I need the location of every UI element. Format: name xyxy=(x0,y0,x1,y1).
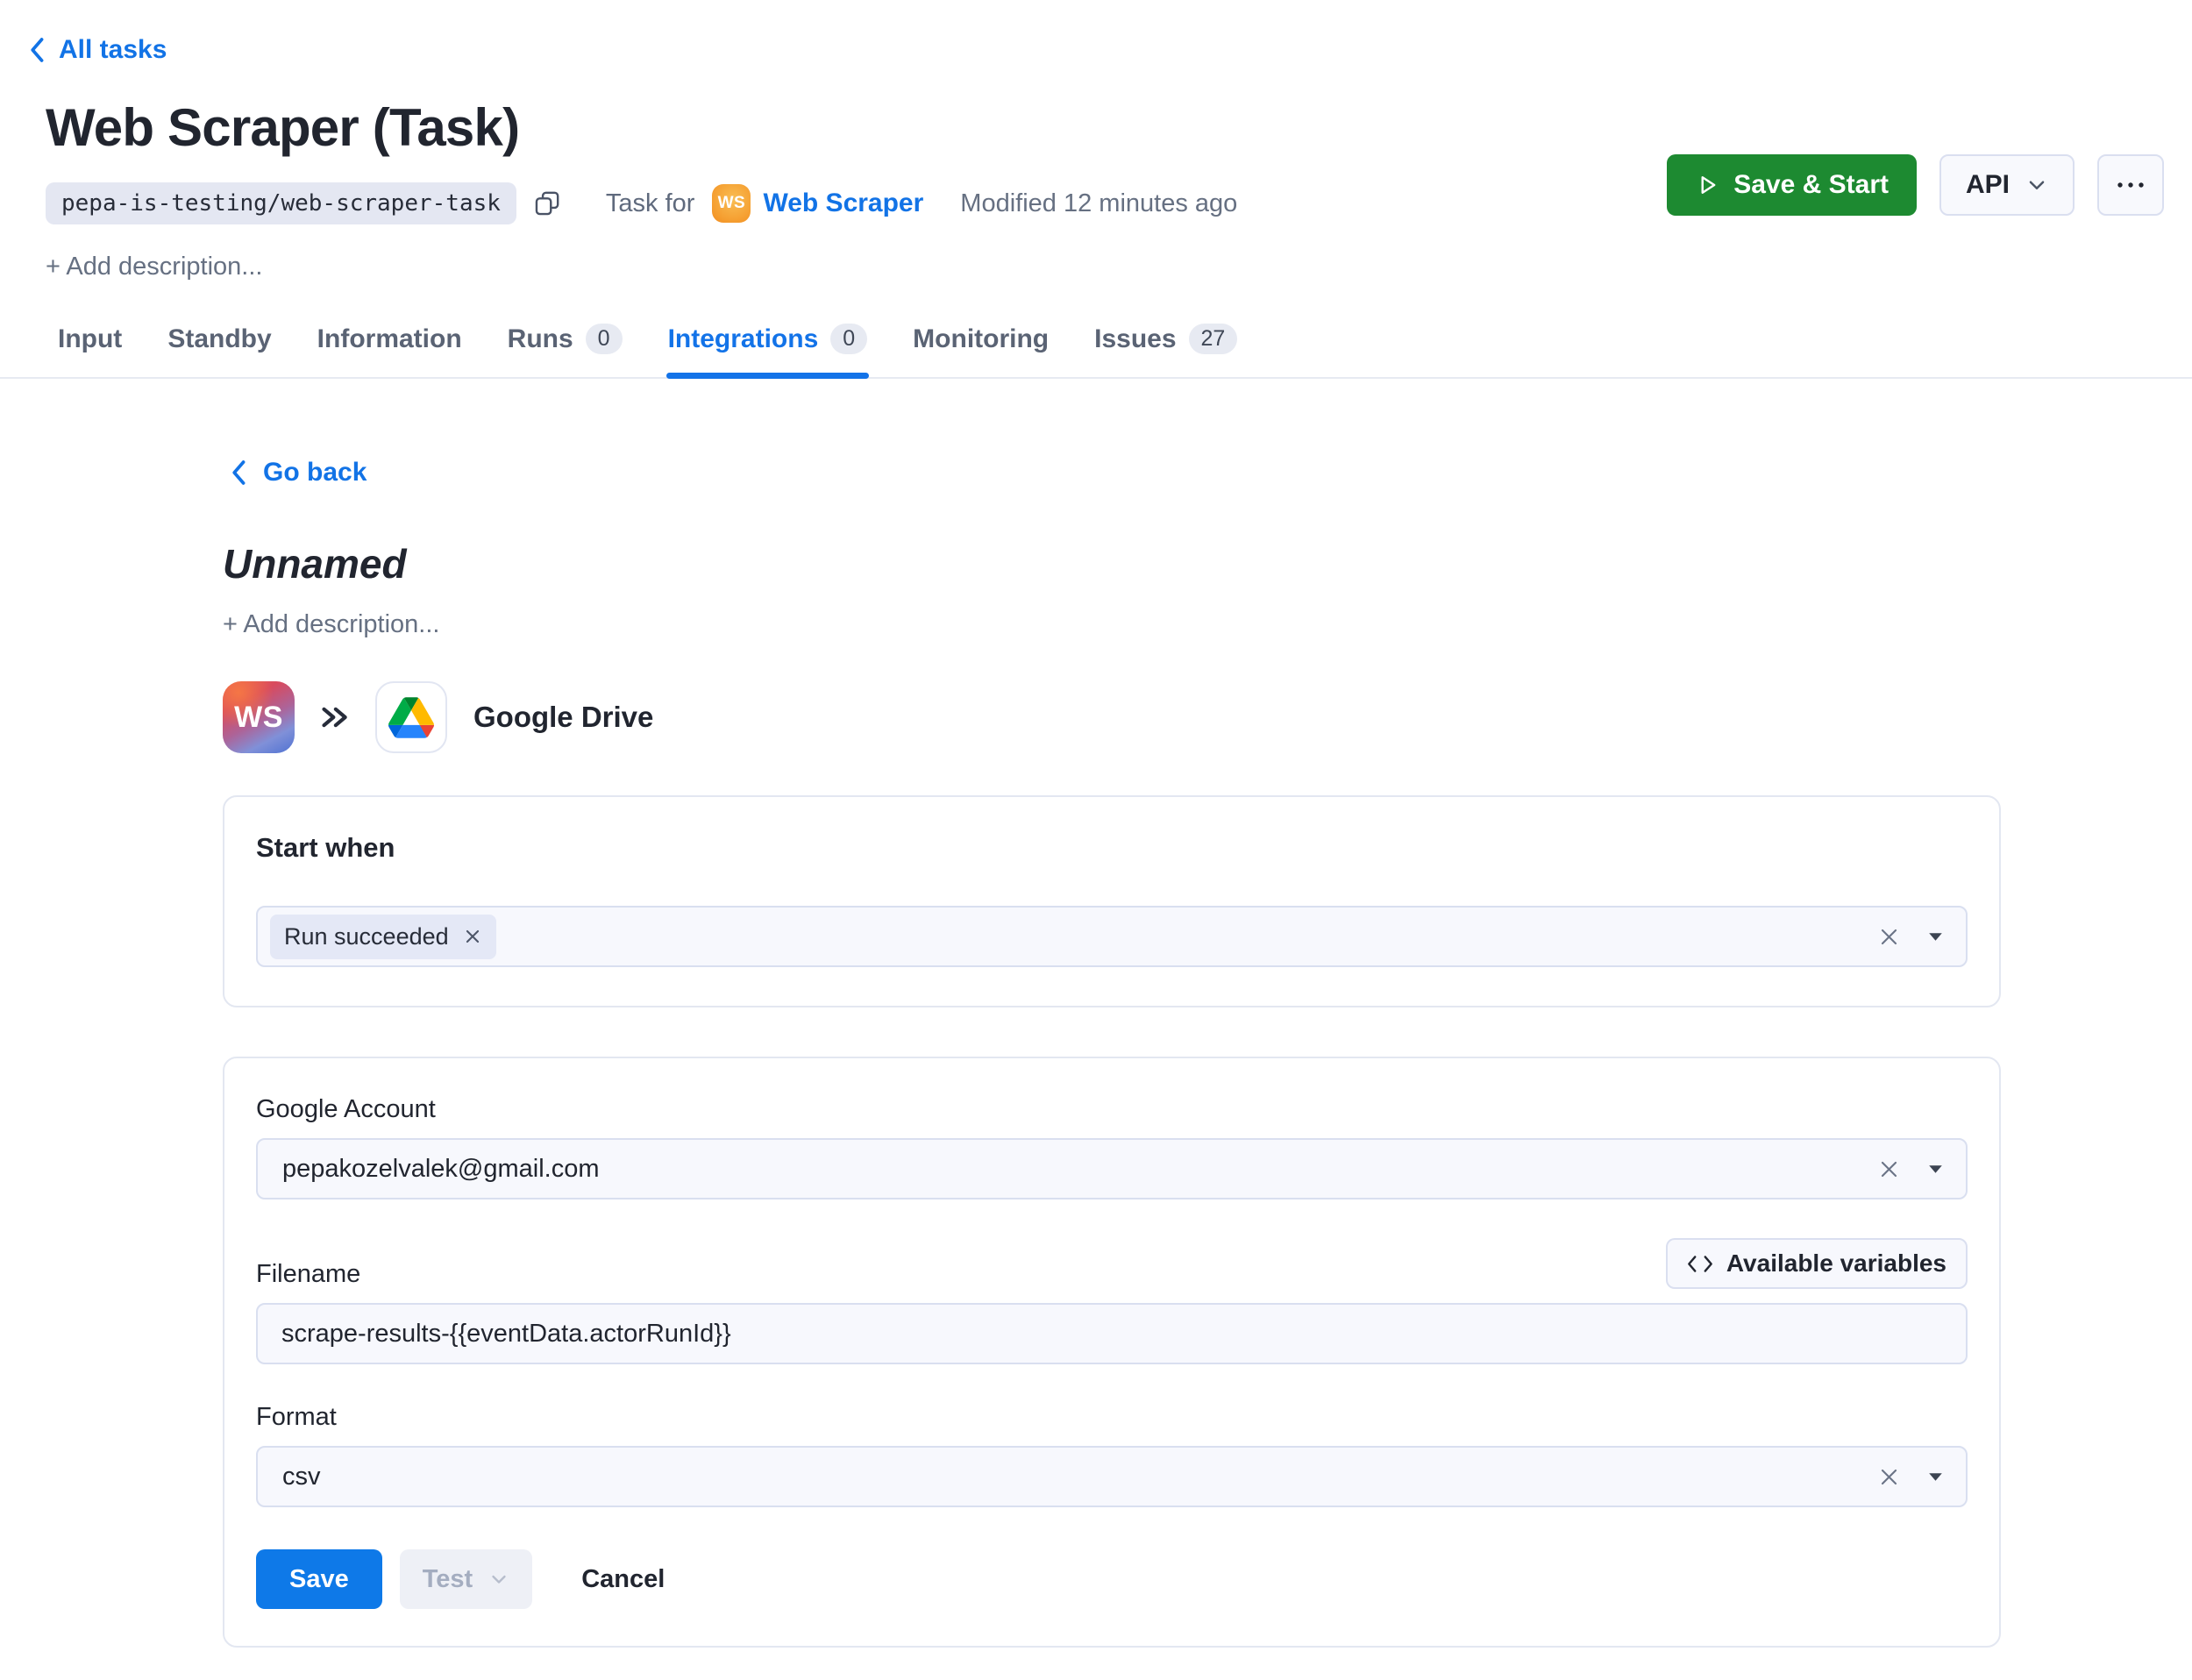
format-select-controls xyxy=(1878,1466,1943,1488)
modified-timestamp: Modified 12 minutes ago xyxy=(960,189,1237,218)
all-tasks-link[interactable]: All tasks xyxy=(28,35,167,65)
actor-link[interactable]: Web Scraper xyxy=(763,189,923,218)
tab-standby[interactable]: Standby xyxy=(166,320,273,377)
filename-label: Filename xyxy=(256,1260,360,1289)
integrations-count-badge: 0 xyxy=(830,324,867,354)
task-header: All tasks Web Scraper (Task) pepa-is-tes… xyxy=(0,0,2192,281)
go-back-label: Go back xyxy=(263,458,367,488)
format-select[interactable]: csv xyxy=(256,1446,1968,1507)
tab-information[interactable]: Information xyxy=(316,320,464,377)
trigger-chip: Run succeeded xyxy=(270,915,496,959)
available-variables-button[interactable]: Available variables xyxy=(1666,1238,1968,1289)
integration-detail: Go back Unnamed + Add description... WS … xyxy=(223,458,2001,1648)
copy-icon xyxy=(532,189,562,218)
integration-settings-card: Google Account pepakozelvalek@gmail.com … xyxy=(223,1057,2001,1648)
more-actions-button[interactable] xyxy=(2097,154,2164,216)
trigger-chip-label: Run succeeded xyxy=(284,923,449,950)
integration-flow-row: WS Google Drive xyxy=(223,681,2001,753)
copy-slug-button[interactable] xyxy=(529,185,566,222)
save-button[interactable]: Save xyxy=(256,1549,382,1609)
page-title: Web Scraper (Task) xyxy=(46,98,2164,158)
chevron-left-icon xyxy=(28,36,46,64)
double-chevron-right-icon xyxy=(317,701,352,733)
chevron-left-icon xyxy=(230,459,247,487)
chevron-down-icon xyxy=(2025,174,2048,196)
caret-down-icon xyxy=(1928,1164,1943,1174)
chevron-down-icon xyxy=(488,1569,509,1590)
start-when-card: Start when Run succeeded xyxy=(223,795,2001,1007)
header-actions: Save & Start API xyxy=(1667,154,2164,216)
clear-google-account-button[interactable] xyxy=(1878,1158,1900,1180)
open-google-account-dropdown-button[interactable] xyxy=(1928,1164,1943,1174)
api-button[interactable]: API xyxy=(1939,154,2075,216)
start-when-heading: Start when xyxy=(256,832,1968,864)
add-integration-description-button[interactable]: + Add description... xyxy=(223,610,439,639)
caret-down-icon xyxy=(1928,1472,1943,1482)
test-button-label: Test xyxy=(423,1565,473,1594)
filename-label-row: Filename Available variables xyxy=(256,1238,1968,1289)
tab-integrations[interactable]: Integrations 0 xyxy=(666,320,870,377)
api-label: API xyxy=(1966,170,2010,200)
close-icon xyxy=(1878,926,1900,948)
clear-format-button[interactable] xyxy=(1878,1466,1900,1488)
close-icon xyxy=(1878,1466,1900,1488)
google-drive-icon xyxy=(375,681,447,753)
google-account-value: pepakozelvalek@gmail.com xyxy=(282,1155,600,1184)
tab-runs[interactable]: Runs 0 xyxy=(506,320,624,377)
tab-runs-label: Runs xyxy=(508,324,573,354)
code-icon xyxy=(1687,1254,1713,1274)
tab-input-label: Input xyxy=(58,324,122,354)
save-and-start-button[interactable]: Save & Start xyxy=(1667,154,1917,216)
form-actions: Save Test Cancel xyxy=(256,1549,1968,1609)
add-description-button[interactable]: + Add description... xyxy=(46,253,262,281)
close-icon xyxy=(463,927,482,946)
ellipsis-icon xyxy=(2116,181,2146,189)
remove-trigger-button[interactable] xyxy=(463,927,482,946)
tab-integrations-label: Integrations xyxy=(668,324,819,354)
issues-count-badge: 27 xyxy=(1189,324,1238,354)
tab-monitoring-label: Monitoring xyxy=(913,324,1049,354)
trigger-select[interactable]: Run succeeded xyxy=(256,906,1968,967)
web-scraper-source-icon: WS xyxy=(223,681,295,753)
test-button: Test xyxy=(400,1549,532,1609)
trigger-select-controls xyxy=(1878,926,1943,948)
task-for-label: Task for xyxy=(606,189,695,218)
format-label: Format xyxy=(256,1403,1968,1432)
google-account-label: Google Account xyxy=(256,1095,1968,1124)
runs-count-badge: 0 xyxy=(586,324,623,354)
google-account-select-controls xyxy=(1878,1158,1943,1180)
play-icon xyxy=(1695,173,1719,197)
open-trigger-dropdown-button[interactable] xyxy=(1928,932,1943,942)
save-and-start-label: Save & Start xyxy=(1733,170,1889,200)
format-value: csv xyxy=(282,1463,321,1491)
google-account-select[interactable]: pepakozelvalek@gmail.com xyxy=(256,1138,1968,1199)
all-tasks-label: All tasks xyxy=(59,35,167,65)
web-scraper-actor-icon: WS xyxy=(712,184,751,223)
tab-monitoring[interactable]: Monitoring xyxy=(911,320,1050,377)
task-slug-badge: pepa-is-testing/web-scraper-task xyxy=(46,182,516,224)
open-format-dropdown-button[interactable] xyxy=(1928,1472,1943,1482)
available-variables-label: Available variables xyxy=(1726,1249,1946,1278)
target-service-name: Google Drive xyxy=(473,701,653,734)
integration-name[interactable]: Unnamed xyxy=(223,540,2001,587)
tab-standby-label: Standby xyxy=(167,324,271,354)
caret-down-icon xyxy=(1928,932,1943,942)
clear-trigger-select-button[interactable] xyxy=(1878,926,1900,948)
tab-information-label: Information xyxy=(317,324,462,354)
filename-input[interactable] xyxy=(256,1303,1968,1364)
cancel-button[interactable]: Cancel xyxy=(576,1564,670,1595)
task-tabs: Input Standby Information Runs 0 Integrat… xyxy=(0,320,2192,379)
go-back-link[interactable]: Go back xyxy=(230,458,367,488)
tab-issues[interactable]: Issues 27 xyxy=(1092,320,1239,377)
tab-issues-label: Issues xyxy=(1094,324,1176,354)
close-icon xyxy=(1878,1158,1900,1180)
tab-input[interactable]: Input xyxy=(56,320,124,377)
